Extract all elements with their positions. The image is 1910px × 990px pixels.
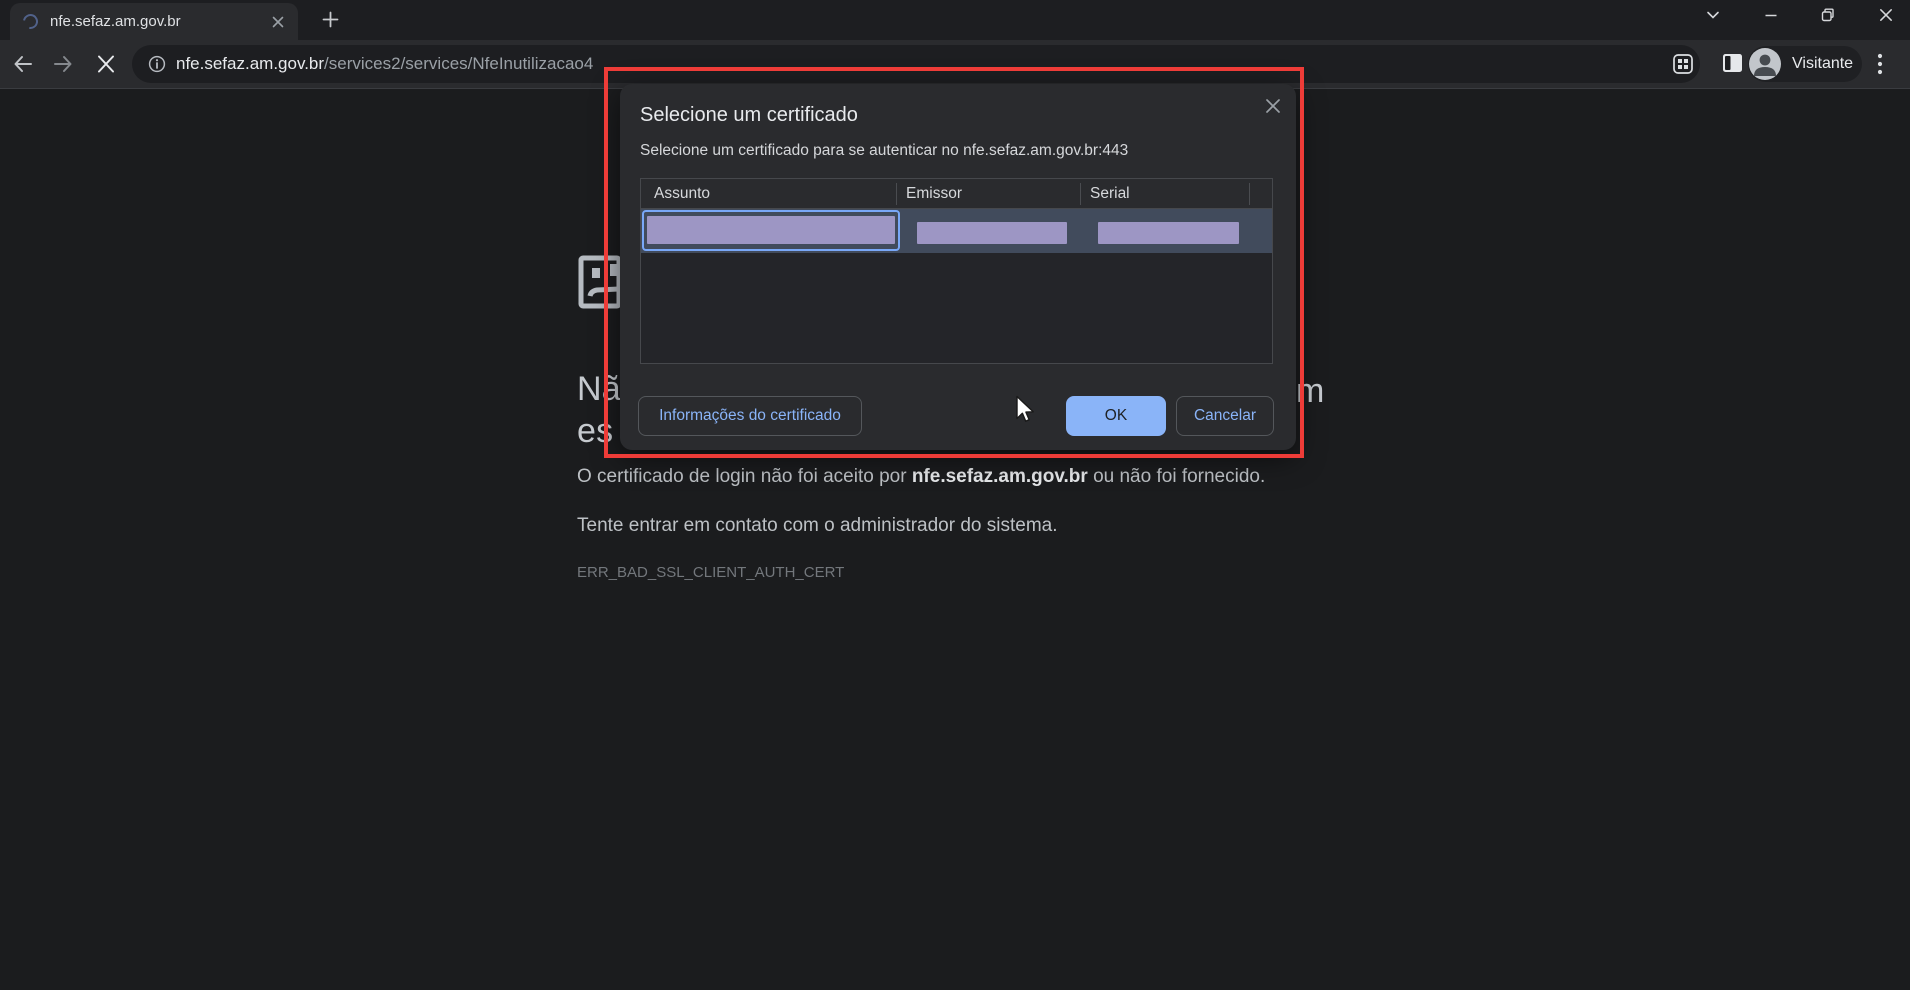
tab-title: nfe.sefaz.am.gov.br [50,13,181,30]
cancel-button[interactable]: Cancelar [1176,396,1274,436]
table-header: Assunto Emissor Serial [641,179,1272,209]
certificate-cell-focused[interactable] [642,210,900,251]
redacted-subject-value [647,216,895,244]
menu-kebab-icon[interactable] [1872,52,1888,76]
column-header-serial[interactable]: Serial [1090,179,1130,209]
column-divider [896,183,897,205]
error-description: O certificado de login não foi aceito po… [577,466,1265,488]
column-header-emissor[interactable]: Emissor [906,179,962,209]
window-restore-button[interactable] [1820,7,1836,23]
apps-grid-icon[interactable] [1672,53,1694,75]
column-divider [1080,183,1081,205]
column-header-assunto[interactable]: Assunto [654,179,710,209]
dialog-title: Selecione um certificado [640,104,858,126]
forward-button[interactable] [52,54,74,74]
certificate-table: Assunto Emissor Serial [640,178,1273,364]
url-domain: nfe.sefaz.am.gov.br [176,54,325,73]
mouse-cursor [1012,394,1036,424]
dialog-subtitle: Selecione um certificado para se autenti… [640,142,1129,159]
browser-toolbar: nfe.sefaz.am.gov.br/services2/services/N… [0,40,1910,89]
url-path: /services2/services/NfeInutilizacao4 [324,54,594,73]
broken-page-icon [578,255,622,309]
url-text: nfe.sefaz.am.gov.br/services2/services/N… [176,45,593,83]
window-menu-chevron-icon[interactable] [1705,7,1721,23]
profile-name: Visitante [1792,55,1854,72]
redacted-serial-value [1098,222,1239,244]
back-button[interactable] [12,54,34,74]
error-heading-fragment: Nã [577,370,621,408]
address-bar[interactable]: nfe.sefaz.am.gov.br/services2/services/N… [132,45,1700,83]
error-code: ERR_BAD_SSL_CLIENT_AUTH_CERT [577,564,845,581]
avatar [1749,48,1781,80]
ok-button[interactable]: OK [1066,396,1166,436]
dialog-close-icon[interactable] [1263,96,1283,116]
error-heading-fragment-line2: es [577,412,614,450]
stop-loading-button[interactable] [95,54,117,74]
redacted-issuer-value [917,222,1067,244]
error-advice: Tente entrar em contato com o administra… [577,515,1058,536]
page-info-icon[interactable] [148,55,166,73]
loading-spinner-icon [20,11,41,32]
error-description-domain: nfe.sefaz.am.gov.br [911,466,1088,487]
browser-tab[interactable]: nfe.sefaz.am.gov.br [10,3,298,40]
column-divider [1249,183,1250,205]
tab-close-icon[interactable] [270,14,286,30]
tab-strip: nfe.sefaz.am.gov.br [0,0,1910,40]
window-close-button[interactable] [1878,7,1894,23]
error-description-text: O certificado de login não foi aceito po… [577,466,912,487]
error-heading-fragment-end: m [1296,372,1325,410]
window-minimize-button[interactable] [1763,7,1779,23]
certificate-row-selected[interactable] [641,209,1272,253]
certificate-dialog: Selecione um certificado Selecione um ce… [620,84,1296,450]
browser-window: nfe.sefaz.am.gov.br nfe.sefaz.am.gov.br … [0,0,1910,990]
new-tab-button[interactable] [322,11,339,28]
profile-button[interactable]: Visitante [1748,46,1862,82]
error-description-suffix: ou não foi fornecido. [1087,466,1266,487]
certificate-info-button[interactable]: Informações do certificado [638,396,862,436]
side-panel-icon[interactable] [1722,53,1743,73]
